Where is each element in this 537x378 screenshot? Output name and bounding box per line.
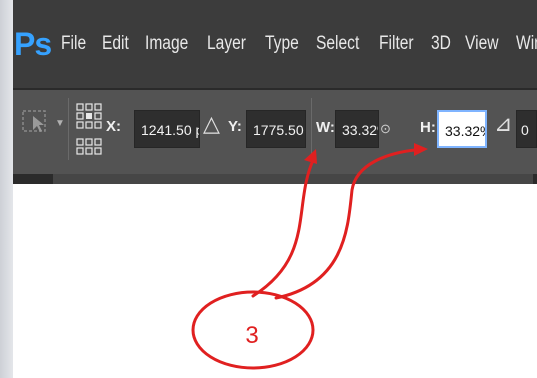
annotation-callout-label: 3	[245, 322, 259, 349]
annotation-arrowhead-h	[414, 143, 428, 156]
annotation-arrowhead-w	[304, 149, 317, 164]
annotation-arrow-to-h	[274, 147, 426, 300]
annotation-arrow-to-w	[251, 156, 316, 298]
